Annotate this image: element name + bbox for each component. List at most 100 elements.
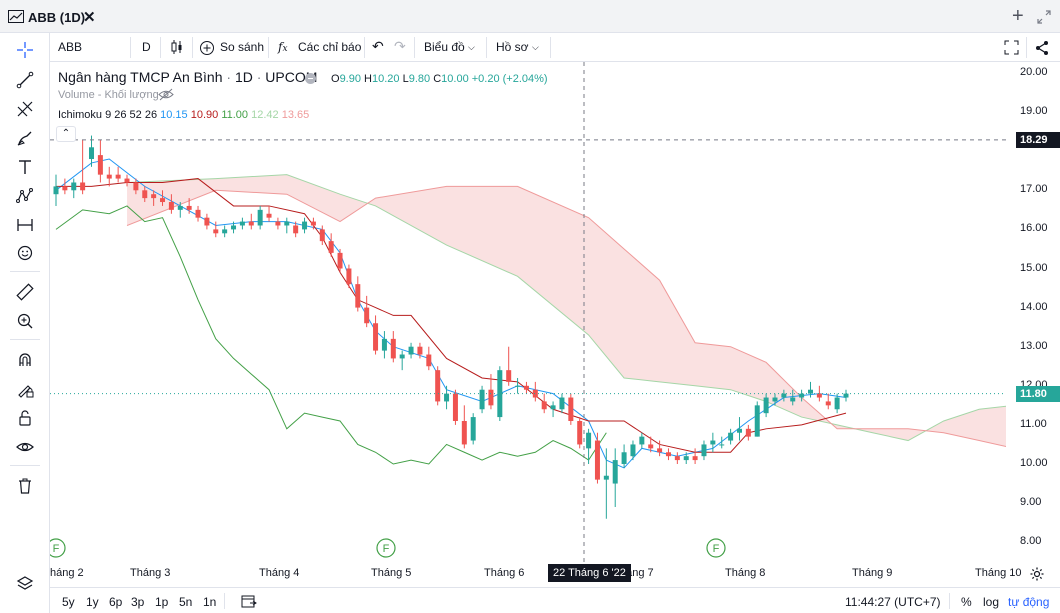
legend-title: Ngân hàng TMCP An Bình · 1D · UPCOM (58, 69, 318, 85)
ruler-icon[interactable] (12, 279, 38, 305)
measure-icon[interactable] (12, 212, 38, 238)
close-icon[interactable]: ✕ (83, 8, 96, 26)
price-chart[interactable]: FFF (50, 62, 1006, 562)
unlock-icon[interactable] (12, 405, 38, 431)
fullscreen-icon[interactable] (1004, 40, 1019, 55)
candle-body (710, 440, 716, 445)
candle-body (683, 456, 689, 461)
goto-date-icon[interactable] (241, 594, 257, 608)
indicators-icon[interactable]: fx (278, 40, 288, 54)
undo-icon[interactable]: ↶ (372, 38, 384, 55)
candle-body (799, 393, 805, 398)
share-icon[interactable] (1034, 40, 1050, 56)
candle (195, 205, 201, 222)
range-button-1n[interactable]: 1n (203, 595, 216, 609)
chart-type-menu[interactable]: Biểu đồ (424, 40, 465, 54)
candle-body (728, 432, 734, 441)
price-tick: 11.00 (1020, 417, 1047, 430)
candle-body (346, 268, 352, 285)
range-button-1p[interactable]: 1p (155, 595, 168, 609)
candle-body (115, 174, 121, 179)
market-status-icon (305, 73, 316, 84)
candle-body (568, 397, 574, 421)
magnet-icon[interactable] (12, 347, 38, 373)
time-tick: Tháng 9 (852, 567, 893, 579)
volume-legend[interactable]: Volume - Khối lượng (58, 89, 159, 101)
range-button-5n[interactable]: 5n (179, 595, 192, 609)
range-button-6p[interactable]: 6p (109, 595, 122, 609)
candle-body (550, 405, 556, 410)
candle (515, 377, 521, 394)
symbol-search[interactable]: ABB (58, 40, 82, 54)
text-tool-icon[interactable] (12, 154, 38, 180)
candle-body (160, 198, 166, 203)
brush-icon[interactable] (12, 125, 38, 151)
redo-icon[interactable]: ↷ (394, 38, 406, 55)
ichimoku-value: 10.90 (187, 109, 219, 121)
candle-body (381, 338, 387, 351)
zoom-in-icon[interactable] (12, 308, 38, 334)
candle-body (319, 229, 325, 242)
low-value: 9.80 (408, 73, 431, 85)
candle-type-icon[interactable] (170, 39, 184, 55)
ichimoku-legend[interactable]: Ichimoku 9 26 52 26 10.15 10.90 11.00 12… (58, 109, 309, 121)
candle-body (417, 346, 423, 355)
candle-body (444, 393, 450, 402)
candle (266, 205, 272, 222)
lock-drawing-icon[interactable] (12, 376, 38, 402)
candle (621, 444, 627, 468)
candle (630, 440, 636, 461)
candle (346, 264, 352, 289)
indicators-button[interactable]: Các chỉ báo (298, 40, 361, 54)
layers-icon[interactable] (12, 571, 38, 597)
clock-timezone[interactable]: 11:44:27 (UTC+7) (845, 595, 941, 609)
interval-button[interactable]: D (142, 40, 151, 54)
collapse-legend-button[interactable]: ⌃ (56, 126, 76, 142)
event-marker-label: F (383, 543, 390, 555)
time-tick: Tháng 8 (725, 567, 766, 579)
event-marker[interactable]: F (376, 538, 396, 558)
candle-body (559, 397, 565, 410)
fib-tool-icon[interactable] (12, 96, 38, 122)
ohlc-values: O9.90 H10.20 L9.80 C10.00 +0.20 (+2.04%) (331, 73, 548, 85)
candle (603, 448, 609, 519)
emoji-icon[interactable] (12, 240, 38, 266)
trend-line-icon[interactable] (12, 67, 38, 93)
event-marker[interactable]: F (50, 538, 66, 558)
candle-body (195, 209, 201, 218)
trash-icon[interactable] (12, 473, 38, 499)
auto-scale-toggle[interactable]: tự động (1008, 595, 1049, 609)
percent-toggle[interactable]: % (961, 595, 972, 609)
candle-body (177, 205, 183, 210)
settings-gear-icon[interactable] (1029, 566, 1045, 582)
candle (754, 401, 760, 437)
candle-body (390, 338, 396, 359)
price-tick: 16.00 (1020, 222, 1048, 235)
candle-body (80, 182, 86, 191)
compare-button[interactable]: So sánh (220, 40, 264, 54)
add-icon[interactable]: + (1012, 5, 1024, 28)
candle (284, 217, 290, 234)
add-circle-icon[interactable] (199, 40, 215, 56)
profile-menu[interactable]: Hồ sơ (496, 40, 529, 54)
range-button-1y[interactable]: 1y (86, 595, 99, 609)
candle (452, 389, 458, 425)
price-axis[interactable]: 20.0019.0017.0016.0015.0014.0013.0012.00… (1006, 62, 1060, 562)
range-button-3p[interactable]: 3p (131, 595, 144, 609)
eye-icon[interactable] (12, 434, 38, 460)
pattern-icon[interactable] (12, 183, 38, 209)
candle-body (239, 221, 245, 226)
eye-hidden-icon[interactable] (158, 88, 174, 101)
candle-body (266, 213, 272, 218)
candle-body (772, 397, 778, 402)
range-button-5y[interactable]: 5y (62, 595, 75, 609)
candle-body (248, 221, 254, 226)
log-toggle[interactable]: log (983, 595, 999, 609)
event-marker[interactable]: F (706, 538, 726, 558)
candle-body (355, 284, 361, 308)
candle-body (97, 155, 103, 175)
candle-body (586, 432, 592, 449)
price-tick: 14.00 (1020, 300, 1048, 313)
expand-icon[interactable] (1036, 9, 1052, 25)
crosshair-icon[interactable] (12, 37, 38, 63)
